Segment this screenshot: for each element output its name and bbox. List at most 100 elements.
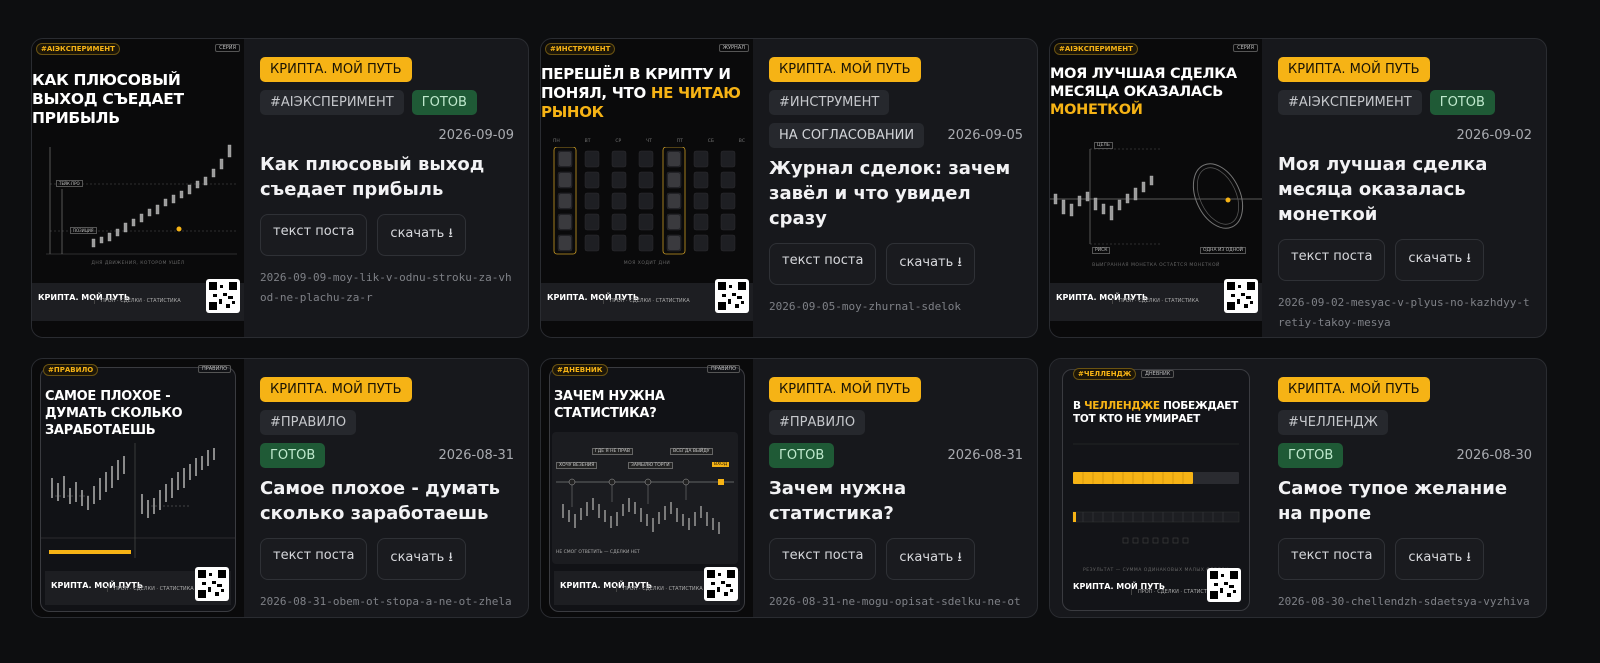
post-title: Журнал сделок: зачем завёл и что увидел … <box>769 158 1011 229</box>
post-thumbnail[interactable]: #ПРАВИЛО ПРАВИЛО САМОЕ ПЛОХОЕ - ДУМАТЬ С… <box>32 359 244 617</box>
post-grid: #AIЭКСПЕРИМЕНТ СЕРИЯ КАК ПЛЮСОВЫЙ ВЫХОД … <box>31 38 1569 630</box>
thumb-footer: КРИПТА. МОЙ ПУТЬ ПРОП · СДЕЛКИ · СТАТИСТ… <box>554 567 740 605</box>
thumb-calendar-graphic <box>553 147 736 255</box>
thumb-tag: #AIЭКСПЕРИМЕНТ <box>36 43 120 55</box>
post-info: КРИПТА. МОЙ ПУТЬ #ПРАВИЛО ГОТОВ 2026-08-… <box>769 377 1023 617</box>
post-date: 2026-09-05 <box>947 128 1023 143</box>
thumb-label: ВСЕГДА ВЫЙДУ <box>670 448 713 455</box>
series-tag[interactable]: КРИПТА. МОЙ ПУТЬ <box>769 377 921 402</box>
post-title: Моя лучшая сделка месяца оказалась монет… <box>1278 154 1488 225</box>
hashtag-tag[interactable]: #AIЭКСПЕРИМЕНТ <box>260 90 404 115</box>
post-text-button[interactable]: текст поста <box>260 538 368 580</box>
post-thumbnail[interactable]: #AIЭКСПЕРИМЕНТ СЕРИЯ МОЯ ЛУЧШАЯ СДЕЛКА М… <box>1050 39 1262 337</box>
post-tags: КРИПТА. МОЙ ПУТЬ #ЧЕЛЛЕНДЖ <box>1278 377 1532 435</box>
post-slug: 2026-08-31-obem-ot-stopa-a-ne-ot-zhelani… <box>260 595 512 617</box>
post-thumbnail[interactable]: #ДНЕВНИК ПРАВИЛО ЗАЧЕМ НУЖНА СТАТИСТИКА?… <box>541 359 753 617</box>
thumb-brand-sub: ПРОП · СДЕЛКИ · СТАТИСТИКА <box>1112 298 1199 304</box>
hashtag-tag[interactable]: #AIЭКСПЕРИМЕНТ <box>1278 90 1422 115</box>
thumb-caption: ДНЯ ДВИЖЕНИЯ, КОТОРОМ УШЁЛ <box>91 261 185 266</box>
post-card[interactable]: #ЧЕЛЛЕНДЖ ДНЕВНИК В ЧЕЛЛЕНДЖЕ ПОБЕЖДАЕТ … <box>1049 358 1547 618</box>
thumb-tag: #ЧЕЛЛЕНДЖ <box>1073 368 1137 380</box>
thumb-label: ЗАМЫЛЮ ТОРГИ <box>628 462 673 469</box>
post-date: 2026-08-31 <box>947 448 1023 463</box>
status-badge: ГОТОВ <box>260 443 326 468</box>
hashtag-tag[interactable]: #ИНСТРУМЕНТ <box>769 90 890 115</box>
thumb-corner-label: ЖУРНАЛ <box>718 44 749 52</box>
thumb-label: ЦЕЛЬ <box>1094 142 1113 149</box>
thumb-chart-panel: ГДЕ Я НЕ ПРАВ ВСЕГДА ВЫЙДУ ХОЧУ ВЕЗЕНИЯ … <box>552 432 738 564</box>
post-info: КРИПТА. МОЙ ПУТЬ #ЧЕЛЛЕНДЖ ГОТОВ 2026-08… <box>1278 377 1532 617</box>
thumb-brand-sub: ПРОП · СДЕЛКИ · СТАТИСТИКА <box>107 586 194 592</box>
status-badge: ГОТОВ <box>769 443 835 468</box>
thumb-label: ПОЗИЦИЯ <box>70 227 97 234</box>
download-button[interactable]: скачать ⭳ <box>377 538 466 580</box>
post-title: Самое тупое желание на пропе <box>1278 478 1508 524</box>
post-card[interactable]: #ПРАВИЛО ПРАВИЛО САМОЕ ПЛОХОЕ - ДУМАТЬ С… <box>31 358 529 618</box>
thumb-headline: САМОЕ ПЛОХОЕ - ДУМАТЬ СКОЛЬКО ЗАРАБОТАЕШ… <box>45 389 183 438</box>
post-tags: КРИПТА. МОЙ ПУТЬ #AIЭКСПЕРИМЕНТ ГОТОВ <box>260 57 514 115</box>
post-tags: КРИПТА. МОЙ ПУТЬ #ПРАВИЛО <box>260 377 514 435</box>
qr-code <box>206 279 240 313</box>
post-card[interactable]: #AIЭКСПЕРИМЕНТ СЕРИЯ МОЯ ЛУЧШАЯ СДЕЛКА М… <box>1049 38 1547 338</box>
post-text-button[interactable]: текст поста <box>1278 538 1386 580</box>
thumb-label: ТЕЙК ПРО <box>56 180 83 187</box>
thumb-chart-graphic <box>1050 148 1262 245</box>
post-thumbnail[interactable]: #ИНСТРУМЕНТ ЖУРНАЛ ПЕРЕШЁЛ В КРИПТУ И ПО… <box>541 39 753 337</box>
hashtag-tag[interactable]: #ПРАВИЛО <box>769 410 866 435</box>
series-tag[interactable]: КРИПТА. МОЙ ПУТЬ <box>769 57 921 82</box>
download-button[interactable]: скачать ⭳ <box>886 538 975 580</box>
download-button[interactable]: скачать ⭳ <box>377 214 466 256</box>
post-tags: КРИПТА. МОЙ ПУТЬ #AIЭКСПЕРИМЕНТ ГОТОВ <box>1278 57 1532 115</box>
post-date: 2026-08-30 <box>1456 448 1532 463</box>
thumb-brand-sub: ПРОП · СДЕЛКИ · СТАТИСТИКА <box>603 298 690 304</box>
thumb-chart-graphic <box>46 144 237 255</box>
series-tag[interactable]: КРИПТА. МОЙ ПУТЬ <box>260 57 412 82</box>
status-badge: НА СОГЛАСОВАНИИ <box>769 123 925 148</box>
post-text-button[interactable]: текст поста <box>769 538 877 580</box>
thumb-tag: #ПРАВИЛО <box>43 364 99 376</box>
post-title: Зачем нужна статистика? <box>769 478 907 524</box>
thumb-footer: КРИПТА. МОЙ ПУТЬ ПРОП · СДЕЛКИ · СТАТИСТ… <box>541 279 753 321</box>
download-button[interactable]: скачать ⭳ <box>886 243 975 285</box>
qr-code <box>715 279 749 313</box>
series-tag[interactable]: КРИПТА. МОЙ ПУТЬ <box>1278 377 1430 402</box>
status-badge: ГОТОВ <box>1278 443 1344 468</box>
series-tag[interactable]: КРИПТА. МОЙ ПУТЬ <box>260 377 412 402</box>
status-badge: ГОТОВ <box>1429 90 1495 115</box>
thumb-headline: ЗАЧЕМ НУЖНА СТАТИСТИКА? <box>554 389 665 421</box>
thumb-frame: #ДНЕВНИК ПРАВИЛО ЗАЧЕМ НУЖНА СТАТИСТИКА?… <box>549 364 745 612</box>
post-thumbnail[interactable]: #AIЭКСПЕРИМЕНТ СЕРИЯ КАК ПЛЮСОВЫЙ ВЫХОД … <box>32 39 244 337</box>
thumb-corner-label: ДНЕВНИК <box>1141 370 1175 378</box>
post-date: 2026-08-31 <box>438 448 514 463</box>
thumb-brand-sub: ПРОП · СДЕЛКИ · СТАТИСТИКА <box>94 298 181 304</box>
post-thumbnail[interactable]: #ЧЕЛЛЕНДЖ ДНЕВНИК В ЧЕЛЛЕНДЖЕ ПОБЕЖДАЕТ … <box>1050 359 1262 617</box>
thumb-label: ГДЕ Я НЕ ПРАВ <box>592 448 634 455</box>
thumb-frame: #ЧЕЛЛЕНДЖ ДНЕВНИК В ЧЕЛЛЕНДЖЕ ПОБЕЖДАЕТ … <box>1062 368 1250 611</box>
thumb-chart-graphic <box>41 443 235 558</box>
post-text-button[interactable]: текст поста <box>1278 239 1386 281</box>
post-title: Самое плохое - думать сколько заработаеш… <box>260 478 501 524</box>
post-date: 2026-09-02 <box>1456 128 1532 143</box>
thumb-footer: КРИПТА. МОЙ ПУТЬ ПРОП · СДЕЛКИ · СТАТИСТ… <box>1050 279 1262 321</box>
post-card[interactable]: #AIЭКСПЕРИМЕНТ СЕРИЯ КАК ПЛЮСОВЫЙ ВЫХОД … <box>31 38 529 338</box>
thumb-tag: #ИНСТРУМЕНТ <box>545 43 616 55</box>
hashtag-tag[interactable]: #ПРАВИЛО <box>260 410 357 435</box>
thumb-brand-sub: ПРОП · СДЕЛКИ · СТАТИСТИКА <box>1131 589 1218 595</box>
series-tag[interactable]: КРИПТА. МОЙ ПУТЬ <box>1278 57 1430 82</box>
download-button[interactable]: скачать ⭳ <box>1395 239 1484 281</box>
post-tags: КРИПТА. МОЙ ПУТЬ #ПРАВИЛО <box>769 377 1023 435</box>
qr-code <box>704 567 738 601</box>
hashtag-tag[interactable]: #ЧЕЛЛЕНДЖ <box>1278 410 1388 435</box>
post-text-button[interactable]: текст поста <box>260 214 368 256</box>
post-text-button[interactable]: текст поста <box>769 243 877 285</box>
post-card[interactable]: #ДНЕВНИК ПРАВИЛО ЗАЧЕМ НУЖНА СТАТИСТИКА?… <box>540 358 1038 618</box>
download-button[interactable]: скачать ⭳ <box>1395 538 1484 580</box>
post-info: КРИПТА. МОЙ ПУТЬ #ПРАВИЛО ГОТОВ 2026-08-… <box>260 377 514 617</box>
post-card[interactable]: #ИНСТРУМЕНТ ЖУРНАЛ ПЕРЕШЁЛ В КРИПТУ И ПО… <box>540 38 1038 338</box>
post-slug: 2026-09-09-moy-lik-v-odnu-stroku-za-vhod… <box>260 271 512 304</box>
status-badge: ГОТОВ <box>411 90 477 115</box>
thumb-corner-label: ПРАВИЛО <box>197 365 231 373</box>
thumb-tag: #AIЭКСПЕРИМЕНТ <box>1054 43 1138 55</box>
thumb-caption: МОЯ ХОДИТ ДНИ <box>623 261 671 266</box>
thumb-brand-sub: ПРОП · СДЕЛКИ · СТАТИСТИКА <box>616 586 703 592</box>
